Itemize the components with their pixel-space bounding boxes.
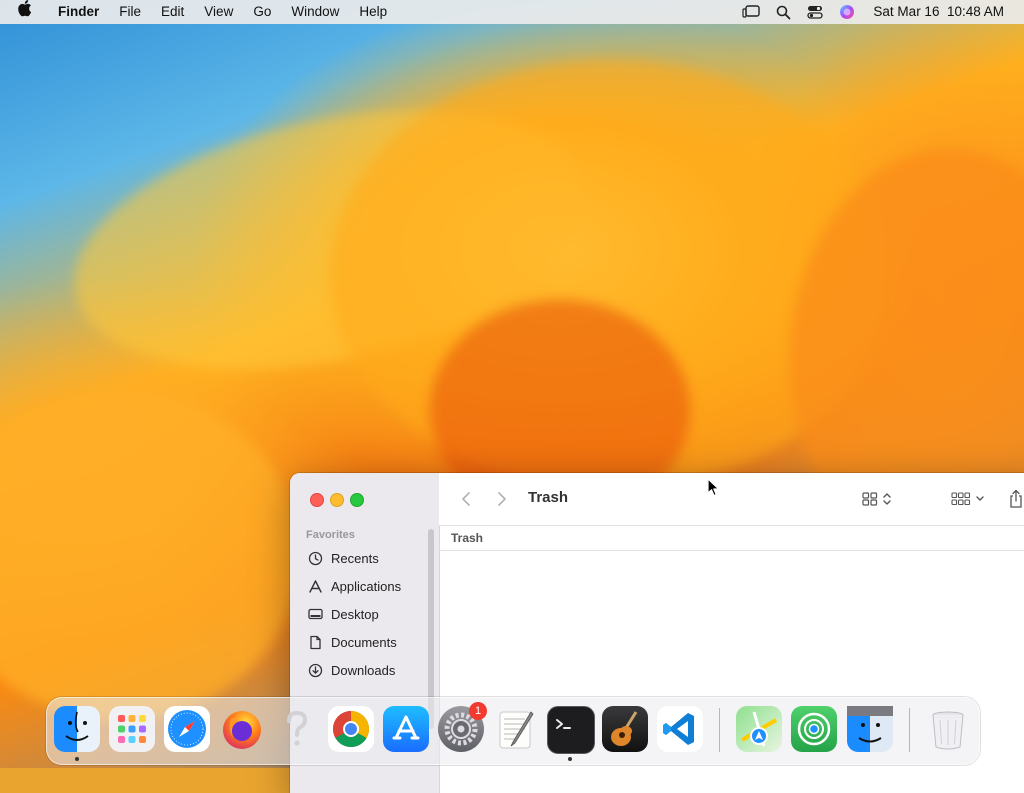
sidebar-item-downloads[interactable]: Downloads (308, 658, 395, 682)
dock-safari-icon[interactable] (164, 706, 210, 752)
view-mode-button[interactable] (862, 487, 892, 511)
dock-firefox-icon[interactable] (219, 706, 265, 752)
notification-badge: 1 (469, 702, 487, 720)
desktop-icon (308, 608, 323, 619)
column-header: Trash (439, 526, 1024, 551)
sidebar-item-label: Recents (331, 550, 379, 566)
menu-bar: Finder File Edit View Go Window Help Sat… (0, 0, 1024, 24)
sidebar-item-label: Desktop (331, 606, 379, 622)
dock-trash-icon[interactable] (925, 706, 971, 752)
chevron-right-icon (498, 492, 506, 506)
dock-terminal-icon[interactable] (547, 706, 595, 754)
dock-launchpad-icon[interactable] (109, 706, 155, 752)
applications-icon (309, 579, 322, 593)
dock-unknown-app-icon[interactable] (274, 706, 320, 752)
clock-icon (308, 551, 323, 565)
siri-icon[interactable] (831, 0, 863, 24)
document-icon (310, 635, 321, 649)
sidebar-section-favorites: Favorites (306, 529, 355, 541)
menubar-clock[interactable]: Sat Mar 16 10:48 AM (863, 0, 1014, 24)
share-button[interactable] (1008, 487, 1024, 511)
chevron-updown-icon (883, 493, 891, 505)
icon-grid-view-icon (862, 492, 878, 506)
share-icon (1010, 489, 1022, 508)
control-center-icon[interactable] (799, 0, 831, 24)
dock: 1 (46, 697, 980, 765)
forward-button[interactable] (492, 487, 512, 511)
window-title: Trash (528, 489, 569, 506)
close-window-button[interactable] (310, 493, 324, 507)
menu-view[interactable]: View (194, 0, 243, 24)
chevron-down-icon (976, 496, 984, 501)
dock-app-store-icon[interactable] (383, 706, 429, 752)
sidebar-item-documents[interactable]: Documents (308, 630, 397, 654)
running-indicator (568, 757, 572, 761)
column-header-label: Trash (451, 531, 484, 545)
sidebar-item-desktop[interactable]: Desktop (308, 602, 379, 626)
finder-toolbar: Trash (439, 473, 1024, 526)
group-by-button[interactable] (951, 487, 985, 511)
dock-maps-icon[interactable] (736, 706, 782, 752)
sidebar-item-applications[interactable]: Applications (308, 574, 401, 598)
apple-menu-icon[interactable] (0, 0, 48, 25)
sidebar-item-label: Downloads (331, 662, 396, 678)
sidebar-item-recents[interactable]: Recents (308, 546, 379, 570)
sidebar-item-label: Documents (331, 634, 397, 650)
dock-garageband-icon[interactable] (602, 706, 648, 752)
dock-finder-icon[interactable] (54, 706, 100, 752)
dock-chrome-icon[interactable] (328, 706, 374, 752)
stage-manager-icon[interactable] (735, 0, 767, 24)
running-indicator (75, 757, 79, 761)
menu-go[interactable]: Go (243, 0, 281, 24)
menu-edit[interactable]: Edit (151, 0, 194, 24)
menu-app-name[interactable]: Finder (48, 0, 109, 24)
menu-file[interactable]: File (109, 0, 151, 24)
dock-separator (719, 708, 720, 752)
spotlight-search-icon[interactable] (767, 0, 799, 24)
dock-vscode-icon[interactable] (657, 706, 703, 752)
dock-textedit-icon[interactable] (493, 706, 539, 752)
chevron-left-icon (462, 492, 470, 506)
group-grid-icon (951, 492, 971, 506)
download-icon (308, 663, 323, 677)
dock-finder-window-icon[interactable] (847, 706, 893, 752)
wallpaper-petal (0, 390, 300, 720)
minimize-window-button[interactable] (330, 493, 344, 507)
menu-help[interactable]: Help (349, 0, 397, 24)
dock-find-my-icon[interactable] (791, 706, 837, 752)
back-button[interactable] (456, 487, 476, 511)
sidebar-item-label: Applications (331, 578, 402, 594)
menu-window[interactable]: Window (281, 0, 349, 24)
zoom-window-button[interactable] (350, 493, 364, 507)
mouse-cursor-icon (707, 478, 720, 497)
dock-separator (909, 708, 910, 752)
